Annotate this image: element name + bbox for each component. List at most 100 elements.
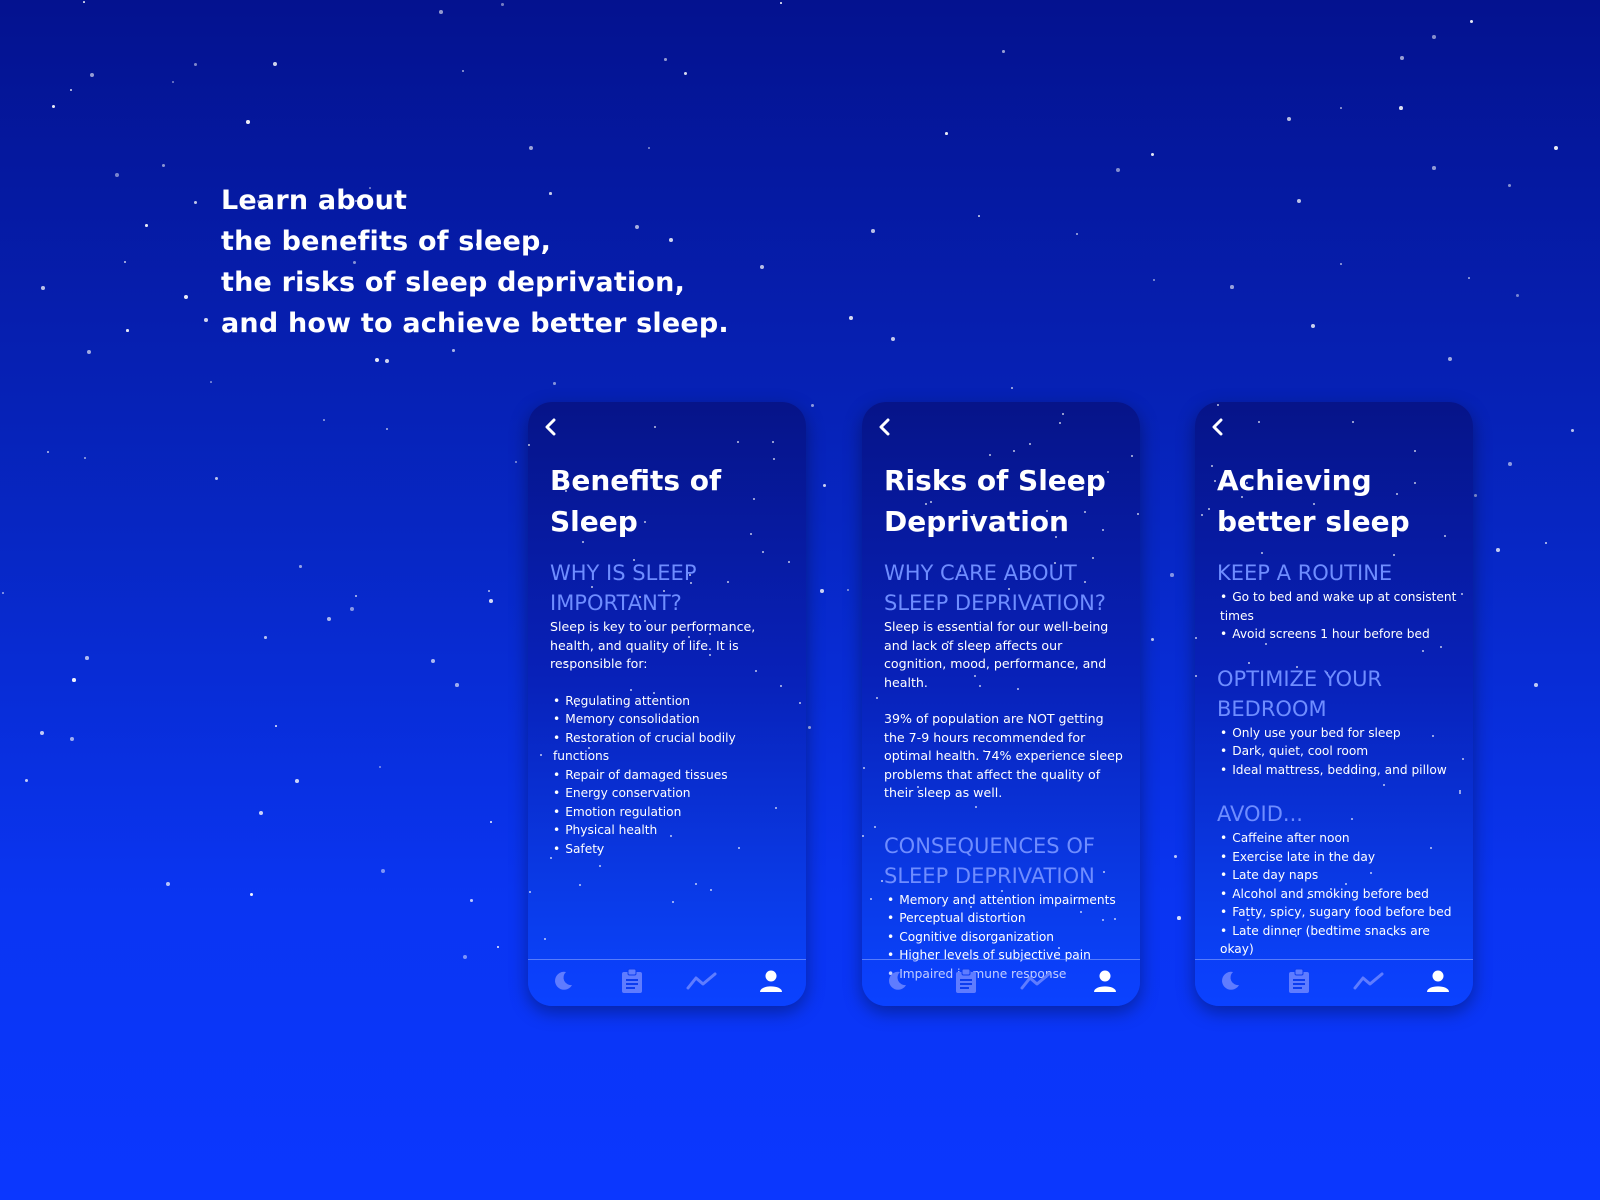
clipboard-icon [1287, 968, 1311, 998]
star-dot [1062, 413, 1064, 415]
star-dot [1468, 277, 1470, 279]
star-dot [375, 358, 380, 363]
chevron-left-icon [1211, 418, 1225, 440]
bullet-item: Physical health [553, 821, 792, 840]
star-dot [355, 595, 358, 598]
bullet-list: Only use your bed for sleepDark, quiet, … [1220, 724, 1459, 780]
chevron-left-icon [544, 418, 558, 440]
star-dot [72, 678, 76, 682]
star-dot [1470, 20, 1474, 24]
star-dot [772, 441, 774, 443]
nav-profile-button[interactable] [1421, 966, 1455, 1000]
phone-screen-benefits: Benefits of Sleep WHY IS SLEEP IMPORTANT?… [528, 402, 806, 1006]
star-dot [820, 589, 824, 593]
nav-trends-button[interactable] [685, 966, 719, 1000]
star-dot [1534, 683, 1538, 687]
star-dot [863, 767, 865, 769]
star-dot [379, 766, 382, 769]
bullet-item: Safety [553, 840, 792, 859]
bullet-list: Regulating attentionMemory consolidation… [553, 692, 792, 859]
nav-trends-button[interactable] [1352, 966, 1386, 1000]
back-button[interactable] [538, 416, 564, 442]
nav-journal-button[interactable] [1282, 966, 1316, 1000]
bullet-item: Go to bed and wake up at consistent time… [1220, 588, 1459, 625]
star-dot [672, 901, 674, 903]
star-dot [1340, 263, 1342, 265]
bullet-item: Only use your bed for sleep [1220, 724, 1459, 743]
star-dot [978, 215, 980, 217]
star-dot [41, 286, 45, 290]
star-dot [654, 426, 656, 428]
star-dot [808, 726, 812, 730]
star-dot [1400, 56, 1404, 60]
star-dot [1496, 548, 1500, 552]
star-dot [40, 731, 45, 736]
bullet-list: Caffeine after noonExercise late in the … [1220, 829, 1459, 959]
star-dot [1153, 279, 1156, 282]
star-dot [215, 477, 219, 481]
star-dot [891, 337, 896, 342]
star-dot [126, 329, 129, 332]
star-dot [1174, 855, 1178, 859]
star-dot [579, 884, 581, 886]
trend-chart-icon [686, 971, 718, 995]
star-dot [1170, 573, 1174, 577]
star-dot [184, 295, 189, 300]
nav-journal-button[interactable] [949, 966, 983, 1000]
star-dot [1211, 465, 1213, 467]
nav-journal-button[interactable] [615, 966, 649, 1000]
star-dot [1116, 168, 1121, 173]
trend-chart-icon [1020, 971, 1052, 995]
star-dot [1258, 421, 1260, 423]
star-dot [259, 811, 264, 816]
star-dot [664, 58, 667, 61]
star-dot [452, 349, 455, 352]
phone-screen-achieving: Achieving better sleep KEEP A ROUTINE Go t… [1195, 402, 1473, 1006]
nav-sleep-button[interactable] [1213, 966, 1247, 1000]
star-dot [2, 592, 4, 594]
star-dot [684, 72, 688, 76]
clipboard-icon [954, 968, 978, 998]
star-dot [1432, 35, 1436, 39]
star-dot [1195, 675, 1197, 677]
star-dot [455, 683, 459, 687]
nav-sleep-button[interactable] [546, 966, 580, 1000]
headline-line: the benefits of sleep, [221, 226, 552, 257]
star-dot [85, 656, 89, 660]
star-dot [1011, 387, 1013, 389]
trend-chart-icon [1353, 971, 1385, 995]
star-dot [540, 754, 542, 756]
star-dot [1516, 294, 1520, 298]
star-dot [1545, 542, 1548, 545]
back-button[interactable] [872, 416, 898, 442]
star-dot [874, 826, 876, 828]
star-dot [497, 946, 500, 949]
star-dot [1508, 462, 1512, 466]
bullet-item: Late day naps [1220, 866, 1459, 885]
star-dot [204, 318, 208, 322]
star-dot [350, 607, 355, 612]
star-dot [1195, 637, 1197, 639]
star-dot [1459, 790, 1461, 792]
star-dot [87, 350, 92, 355]
nav-profile-button[interactable] [754, 966, 788, 1000]
star-dot [1311, 324, 1316, 329]
star-dot [1137, 513, 1139, 515]
back-button[interactable] [1205, 416, 1231, 442]
star-dot [1002, 50, 1005, 53]
star-dot [1214, 480, 1216, 482]
nav-trends-button[interactable] [1019, 966, 1053, 1000]
bullet-item: Dark, quiet, cool room [1220, 742, 1459, 761]
star-dot [463, 955, 468, 960]
star-dot [385, 359, 389, 363]
bullet-item: Late dinner (bedtime snacks are okay) [1220, 922, 1459, 959]
nav-sleep-button[interactable] [880, 966, 914, 1000]
star-dot [1297, 199, 1302, 204]
bullet-item: Alcohol and smoking before bed [1220, 885, 1459, 904]
star-dot [431, 659, 436, 664]
person-icon [759, 969, 783, 997]
star-dot [194, 63, 197, 66]
star-dot [84, 457, 86, 459]
star-dot [945, 132, 948, 135]
nav-profile-button[interactable] [1088, 966, 1122, 1000]
